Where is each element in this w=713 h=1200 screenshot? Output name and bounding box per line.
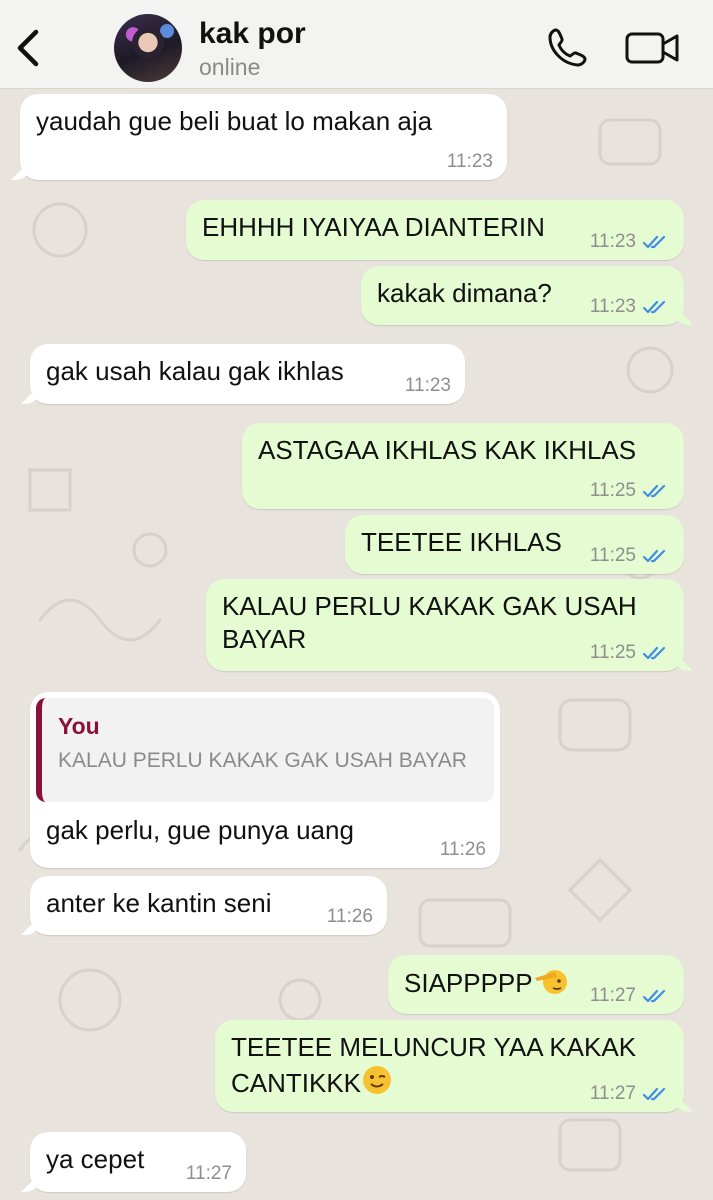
message-time: 11:23	[589, 296, 636, 317]
read-ticks-icon	[642, 549, 666, 563]
message-text: yaudah gue beli buat lo makan aja	[36, 106, 433, 136]
outgoing-message[interactable]: EHHHH IYAIYAA DIANTERIN 11:23	[186, 200, 684, 260]
read-ticks-icon	[642, 1087, 666, 1101]
message-time: 11:23	[589, 231, 636, 252]
message-time: 11:25	[589, 480, 636, 501]
message-time: 11:23	[446, 151, 493, 172]
message-time: 11:26	[326, 906, 373, 927]
read-ticks-icon	[642, 989, 666, 1003]
message-text: gak perlu, gue punya uang	[46, 815, 354, 845]
message-time: 11:27	[185, 1163, 232, 1184]
quote-author: You	[58, 713, 100, 739]
avatar[interactable]	[114, 14, 182, 82]
video-camera-icon[interactable]	[624, 28, 680, 68]
read-ticks-icon	[642, 646, 666, 660]
incoming-message[interactable]: anter ke kantin seni 11:26	[30, 876, 387, 935]
message-text-part: SIAPPPPP	[404, 968, 533, 998]
incoming-message[interactable]: gak usah kalau gak ikhlas 11:23	[30, 344, 465, 404]
message-time: 11:25	[589, 642, 636, 663]
contact-status: online	[199, 54, 261, 80]
outgoing-message[interactable]: kakak dimana? 11:23	[361, 266, 684, 325]
message-time: 11:26	[439, 839, 486, 860]
saluting-face-emoji-icon	[534, 970, 567, 994]
read-ticks-icon	[642, 235, 666, 249]
message-time: 11:27	[589, 1083, 636, 1104]
message-text: anter ke kantin seni	[46, 888, 272, 918]
chat-header: kak por online	[0, 0, 713, 89]
message-time: 11:27	[589, 985, 636, 1006]
message-text: gak usah kalau gak ikhlas	[46, 356, 344, 386]
quoted-message[interactable]: You KALAU PERLU KAKAK GAK USAH BAYAR	[36, 698, 494, 802]
incoming-message[interactable]: yaudah gue beli buat lo makan aja 11:23	[20, 94, 507, 180]
outgoing-message[interactable]: KALAU PERLU KAKAK GAK USAH BAYAR 11:25	[206, 579, 684, 671]
chevron-left-icon[interactable]	[12, 26, 46, 70]
message-text-part: TEETEE MELUNCUR YAA KAKAK CANTIKKK	[231, 1032, 637, 1098]
winking-face-emoji-icon	[363, 1066, 392, 1094]
read-ticks-icon	[642, 484, 666, 498]
message-time: 11:23	[404, 375, 451, 396]
read-ticks-icon	[642, 300, 666, 314]
phone-icon[interactable]	[546, 26, 588, 68]
outgoing-message[interactable]: ASTAGAA IKHLAS KAK IKHLAS 11:25	[242, 423, 684, 509]
message-text: ASTAGAA IKHLAS KAK IKHLAS	[258, 435, 637, 465]
outgoing-message[interactable]: TEETEE IKHLAS 11:25	[345, 515, 684, 574]
quote-text: KALAU PERLU KAKAK GAK USAH BAYAR	[58, 749, 467, 772]
message-list: yaudah gue beli buat lo makan aja 11:23 …	[0, 88, 713, 1200]
contact-name[interactable]: kak por	[199, 17, 306, 51]
message-time: 11:25	[589, 545, 636, 566]
outgoing-message[interactable]: TEETEE MELUNCUR YAA KAKAK CANTIKKK 11:27	[215, 1020, 684, 1112]
incoming-message[interactable]: ya cepet 11:27	[30, 1132, 246, 1192]
outgoing-message[interactable]: SIAPPPPP 11:27	[388, 955, 684, 1014]
incoming-reply-message[interactable]: You KALAU PERLU KAKAK GAK USAH BAYAR gak…	[30, 692, 500, 868]
